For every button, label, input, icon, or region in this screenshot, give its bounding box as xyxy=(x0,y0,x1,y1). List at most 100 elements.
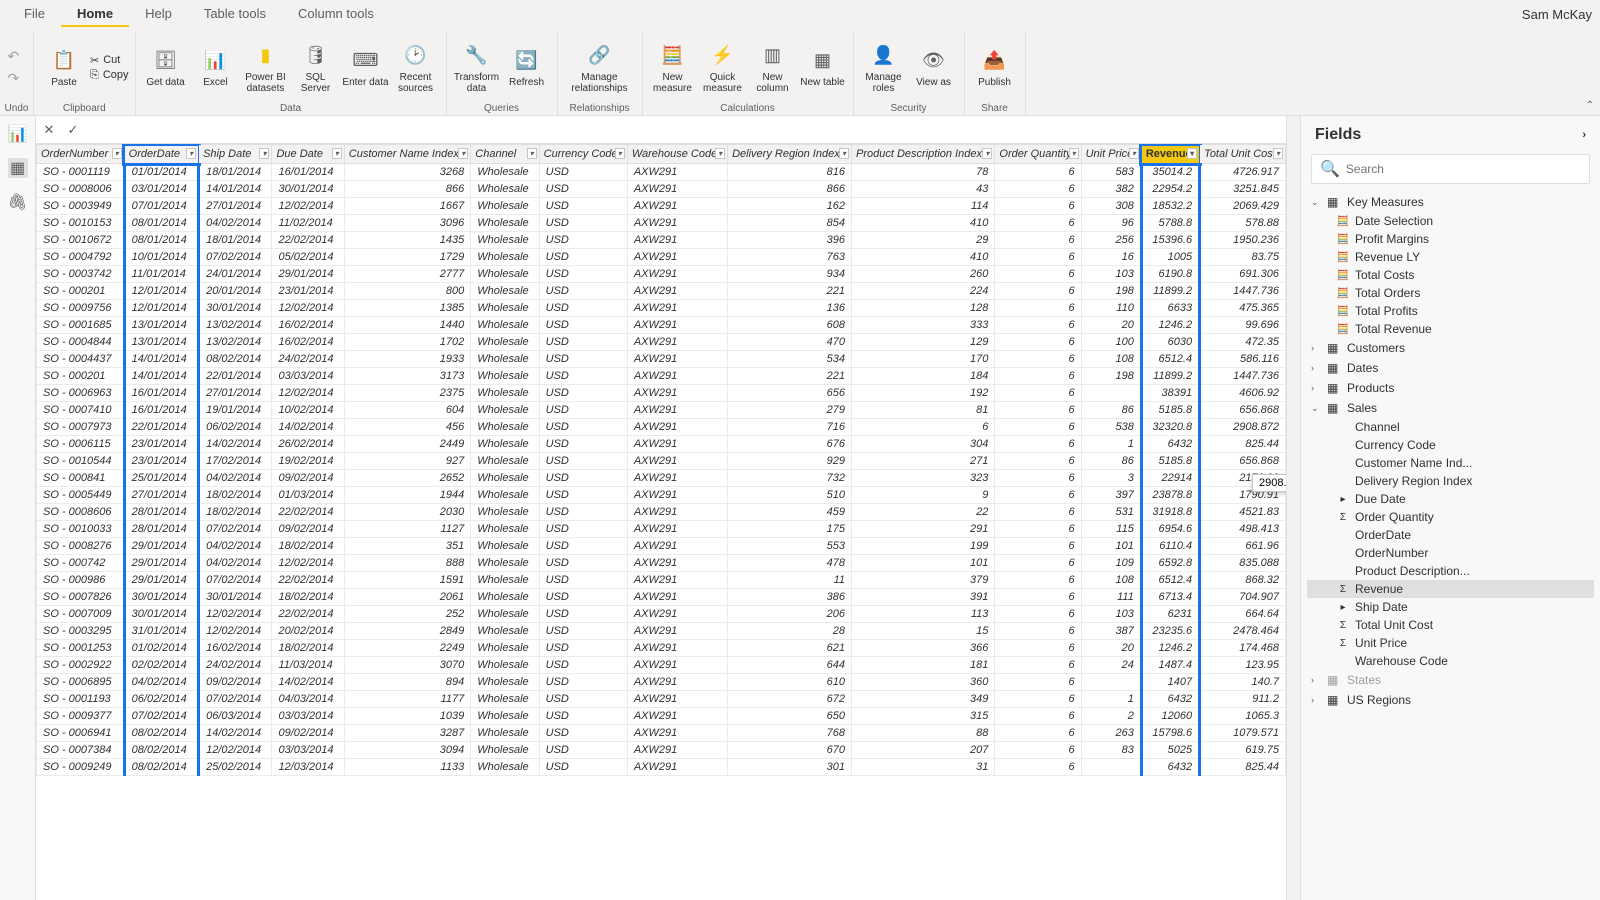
table-cell[interactable]: AXW291 xyxy=(627,385,727,402)
table-cell[interactable]: 14/02/2014 xyxy=(272,419,344,436)
table-node[interactable]: ›▦Dates xyxy=(1307,358,1594,378)
table-cell[interactable]: 1177 xyxy=(344,691,470,708)
table-cell[interactable]: 04/02/2014 xyxy=(199,215,272,232)
table-cell[interactable]: 14/01/2014 xyxy=(124,351,198,368)
field-node[interactable]: 🧮Total Orders xyxy=(1307,284,1594,302)
table-cell[interactable]: 3096 xyxy=(344,215,470,232)
column-header[interactable]: Due Date▾ xyxy=(272,145,344,164)
table-cell[interactable]: 103 xyxy=(1081,266,1141,283)
filter-dropdown-icon[interactable]: ▾ xyxy=(332,148,342,159)
table-cell[interactable]: 10/02/2014 xyxy=(272,402,344,419)
field-node[interactable]: 🧮Profit Margins xyxy=(1307,230,1594,248)
table-cell[interactable]: 6 xyxy=(995,181,1081,198)
table-cell[interactable]: 30/01/2014 xyxy=(124,606,198,623)
table-cell[interactable]: 1127 xyxy=(344,521,470,538)
new-measure-button[interactable]: 🧮New measure xyxy=(649,38,697,98)
table-cell[interactable]: Wholesale xyxy=(471,640,539,657)
table-cell[interactable]: SO - 0003949 xyxy=(37,198,125,215)
table-cell[interactable]: SO - 0007973 xyxy=(37,419,125,436)
table-cell[interactable]: 06/02/2014 xyxy=(124,691,198,708)
column-header[interactable]: Unit Price▾ xyxy=(1081,145,1141,164)
table-cell[interactable]: 31/01/2014 xyxy=(124,623,198,640)
table-cell[interactable]: USD xyxy=(539,725,627,742)
table-cell[interactable]: 18/02/2014 xyxy=(199,487,272,504)
table-cell[interactable]: SO - 0010033 xyxy=(37,521,125,538)
menu-home[interactable]: Home xyxy=(61,2,129,27)
table-cell[interactable]: 6713.4 xyxy=(1141,589,1199,606)
table-cell[interactable]: 22954.2 xyxy=(1141,181,1199,198)
table-cell[interactable]: 22/02/2014 xyxy=(272,606,344,623)
table-cell[interactable]: 05/02/2014 xyxy=(272,249,344,266)
table-cell[interactable]: 14/02/2014 xyxy=(199,725,272,742)
menu-file[interactable]: File xyxy=(8,2,61,27)
field-node[interactable]: Delivery Region Index xyxy=(1307,472,1594,490)
field-node[interactable]: ΣOrder Quantity xyxy=(1307,508,1594,526)
table-cell[interactable]: AXW291 xyxy=(627,572,727,589)
table-cell[interactable]: 101 xyxy=(852,555,995,572)
transform-data-button[interactable]: 🔧Transform data xyxy=(453,38,501,98)
table-cell[interactable]: AXW291 xyxy=(627,504,727,521)
table-row[interactable]: SO - 001015308/01/201404/02/201411/02/20… xyxy=(37,215,1286,232)
manage-roles-button[interactable]: 👤Manage roles xyxy=(860,38,908,98)
table-cell[interactable]: 26/02/2014 xyxy=(272,436,344,453)
table-cell[interactable]: 825.44 xyxy=(1200,436,1286,453)
table-cell[interactable]: 22/01/2014 xyxy=(199,368,272,385)
table-cell[interactable]: 3 xyxy=(1081,470,1141,487)
table-cell[interactable]: USD xyxy=(539,504,627,521)
table-cell[interactable]: 1447.736 xyxy=(1200,283,1286,300)
table-cell[interactable]: 128 xyxy=(852,300,995,317)
table-cell[interactable]: 09/02/2014 xyxy=(272,470,344,487)
column-header[interactable]: Delivery Region Index▾ xyxy=(728,145,852,164)
table-row[interactable]: SO - 000937707/02/201406/03/201403/03/20… xyxy=(37,708,1286,725)
table-cell[interactable]: AXW291 xyxy=(627,487,727,504)
quick-measure-button[interactable]: ⚡Quick measure xyxy=(699,38,747,98)
publish-button[interactable]: 📤Publish xyxy=(971,38,1019,98)
field-node[interactable]: 🧮Total Revenue xyxy=(1307,320,1594,338)
table-cell[interactable]: 09/02/2014 xyxy=(199,674,272,691)
table-cell[interactable]: 1933 xyxy=(344,351,470,368)
table-cell[interactable]: 18/02/2014 xyxy=(272,538,344,555)
table-cell[interactable]: Wholesale xyxy=(471,759,539,776)
table-cell[interactable]: 20 xyxy=(1081,640,1141,657)
table-node[interactable]: ›▦States xyxy=(1307,670,1594,690)
table-cell[interactable]: 6 xyxy=(995,436,1081,453)
table-cell[interactable]: 768 xyxy=(728,725,852,742)
table-cell[interactable]: 3287 xyxy=(344,725,470,742)
table-cell[interactable]: 6 xyxy=(995,266,1081,283)
table-cell[interactable]: USD xyxy=(539,623,627,640)
table-cell[interactable]: 35014.2 xyxy=(1141,164,1199,181)
table-cell[interactable]: 2652 xyxy=(344,470,470,487)
table-cell[interactable]: Wholesale xyxy=(471,555,539,572)
table-cell[interactable]: Wholesale xyxy=(471,198,539,215)
data-view-icon[interactable]: ▦ xyxy=(8,158,28,178)
table-cell[interactable]: 6512.4 xyxy=(1141,572,1199,589)
table-row[interactable]: SO - 00084125/01/201404/02/201409/02/201… xyxy=(37,470,1286,487)
field-node[interactable]: Currency Code xyxy=(1307,436,1594,454)
table-cell[interactable]: 6 xyxy=(995,215,1081,232)
table-cell[interactable]: 23/01/2014 xyxy=(124,453,198,470)
table-row[interactable]: SO - 00098629/01/201407/02/201422/02/201… xyxy=(37,572,1286,589)
table-cell[interactable]: 02/02/2014 xyxy=(124,657,198,674)
table-cell[interactable]: USD xyxy=(539,538,627,555)
column-header[interactable]: Warehouse Code▾ xyxy=(627,145,727,164)
table-cell[interactable]: 351 xyxy=(344,538,470,555)
table-cell[interactable]: 472.35 xyxy=(1200,334,1286,351)
table-cell[interactable]: AXW291 xyxy=(627,589,727,606)
table-cell[interactable]: 1435 xyxy=(344,232,470,249)
column-header[interactable]: Product Description Index▾ xyxy=(852,145,995,164)
table-cell[interactable]: 360 xyxy=(852,674,995,691)
table-cell[interactable]: 08/02/2014 xyxy=(124,742,198,759)
table-cell[interactable]: Wholesale xyxy=(471,572,539,589)
table-cell[interactable]: 291 xyxy=(852,521,995,538)
table-cell[interactable]: 20 xyxy=(1081,317,1141,334)
table-cell[interactable]: 113 xyxy=(852,606,995,623)
table-cell[interactable]: 825.44 xyxy=(1200,759,1286,776)
table-cell[interactable]: 18/01/2014 xyxy=(199,164,272,181)
table-cell[interactable]: 16/01/2014 xyxy=(124,385,198,402)
table-cell[interactable]: 07/02/2014 xyxy=(199,521,272,538)
table-cell[interactable]: SO - 000986 xyxy=(37,572,125,589)
table-cell[interactable]: 4606.92 xyxy=(1200,385,1286,402)
table-cell[interactable]: Wholesale xyxy=(471,334,539,351)
table-cell[interactable]: 256 xyxy=(1081,232,1141,249)
table-cell[interactable]: USD xyxy=(539,266,627,283)
